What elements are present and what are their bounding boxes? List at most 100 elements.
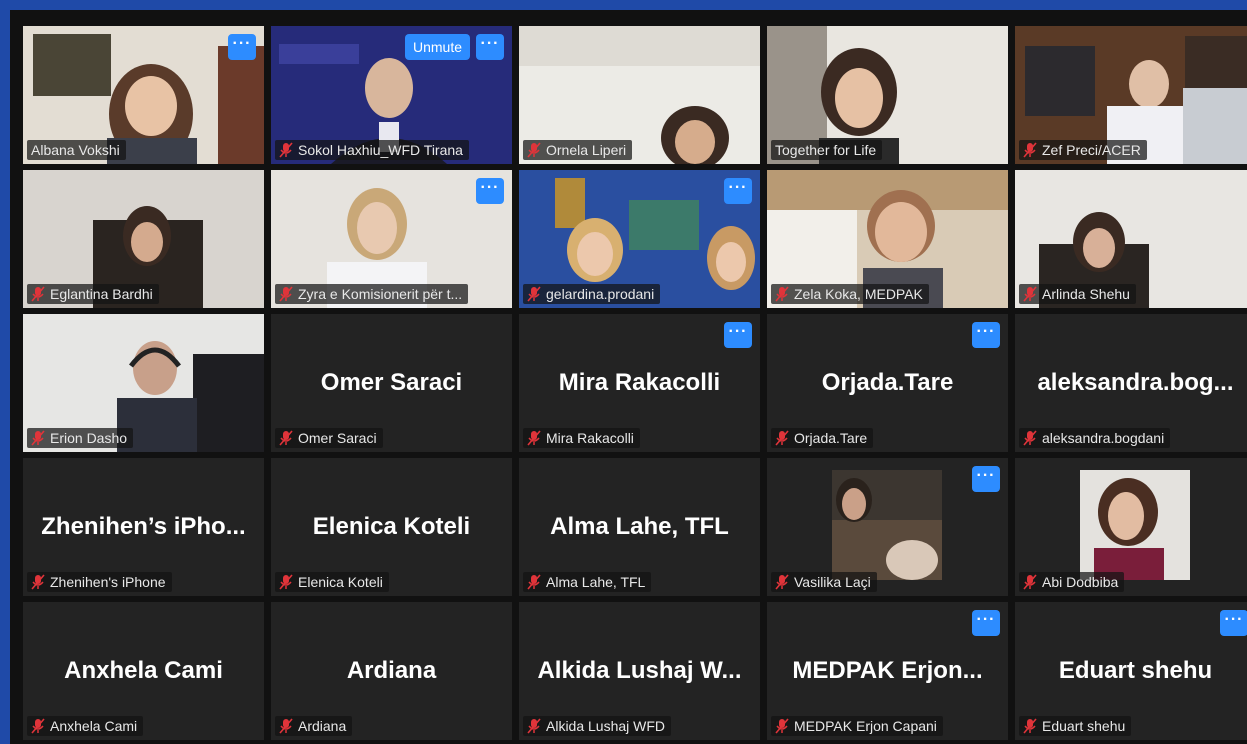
participant-name-label: Mira Rakacolli: [523, 428, 640, 448]
muted-mic-icon: [775, 286, 789, 302]
participant-tile[interactable]: Ornela Liperi: [519, 26, 760, 164]
participant-name-label: Erion Dasho: [27, 428, 134, 448]
participant-name-label: Omer Saraci: [275, 428, 383, 448]
participant-name: Ardiana: [298, 718, 347, 734]
participant-name-label: Ornela Liperi: [523, 140, 633, 160]
participant-tile[interactable]: Omer Saraci Omer Saraci: [271, 314, 512, 452]
participant-name-label: gelardina.prodani: [523, 284, 661, 304]
participant-name: Anxhela Cami: [50, 718, 138, 734]
participant-name-label: aleksandra.bogdani: [1019, 428, 1171, 448]
participant-name: Abi Dodbiba: [1042, 574, 1119, 590]
participant-name: Zyra e Komisionerit për t...: [298, 286, 463, 302]
participant-name-label: Eduart shehu: [1019, 716, 1132, 736]
muted-mic-icon: [1023, 718, 1037, 734]
participant-tile[interactable]: Zela Koka, MEDPAK: [767, 170, 1008, 308]
participant-tile[interactable]: ··· Mira Rakacolli Mira Rakacolli: [519, 314, 760, 452]
participant-tile[interactable]: ··· Eduart shehu Eduart shehu: [1015, 602, 1247, 740]
participant-tile[interactable]: Alma Lahe, TFL Alma Lahe, TFL: [519, 458, 760, 596]
muted-mic-icon: [527, 574, 541, 590]
participant-tile[interactable]: ··· Orjada.Tare Orjada.Tare: [767, 314, 1008, 452]
more-options-button[interactable]: ···: [972, 322, 1000, 348]
participant-name-label: Zef Preci/ACER: [1019, 140, 1147, 160]
participant-tile[interactable]: ··· Vasilika Laçi: [767, 458, 1008, 596]
participant-tile[interactable]: Abi Dodbiba: [1015, 458, 1247, 596]
participant-display-name: aleksandra.bog...: [1037, 369, 1234, 396]
more-options-button[interactable]: ···: [972, 466, 1000, 492]
participant-tile[interactable]: Erion Dasho: [23, 314, 264, 452]
participant-tile[interactable]: Anxhela Cami Anxhela Cami: [23, 602, 264, 740]
participant-display-name: Elenica Koteli: [312, 513, 471, 540]
participant-tile[interactable]: Elenica Koteli Elenica Koteli: [271, 458, 512, 596]
more-options-button[interactable]: ···: [476, 178, 504, 204]
muted-mic-icon: [775, 430, 789, 446]
muted-mic-icon: [1023, 574, 1037, 590]
more-options-button[interactable]: ···: [1220, 610, 1247, 636]
participant-tile[interactable]: Arlinda Shehu: [1015, 170, 1247, 308]
participant-display-name: MEDPAK Erjon...: [792, 657, 983, 684]
participant-tile[interactable]: ··· Albana Vokshi: [23, 26, 264, 164]
participant-tile[interactable]: ··· Zyra e Komisionerit për t...: [271, 170, 512, 308]
muted-mic-icon: [279, 430, 293, 446]
participant-display-name: Mira Rakacolli: [558, 369, 721, 396]
participant-tile[interactable]: aleksandra.bog... aleksandra.bogdani: [1015, 314, 1247, 452]
muted-mic-icon: [1023, 142, 1037, 158]
participant-name: Vasilika Laçi: [794, 574, 871, 590]
more-options-button[interactable]: ···: [972, 610, 1000, 636]
participant-name-label: Sokol Haxhiu_WFD Tirana: [275, 140, 469, 160]
participant-tile[interactable]: Zhenihen’s iPho... Zhenihen's iPhone: [23, 458, 264, 596]
more-options-button[interactable]: ···: [724, 322, 752, 348]
participant-tile[interactable]: ··· MEDPAK Erjon... MEDPAK Erjon Capani: [767, 602, 1008, 740]
gallery-grid: ··· Albana Vokshi Unmute ··· Sokol Haxhi…: [23, 26, 1247, 740]
more-options-button[interactable]: ···: [476, 34, 504, 60]
participant-tile[interactable]: Eglantina Bardhi: [23, 170, 264, 308]
participant-name-label: Orjada.Tare: [771, 428, 874, 448]
muted-mic-icon: [527, 430, 541, 446]
participant-name-label: Abi Dodbiba: [1019, 572, 1125, 592]
muted-mic-icon: [31, 718, 45, 734]
participant-name: aleksandra.bogdani: [1042, 430, 1165, 446]
participant-name-label: Albana Vokshi: [27, 140, 126, 160]
more-options-button[interactable]: ···: [724, 178, 752, 204]
muted-mic-icon: [31, 286, 45, 302]
participant-display-name: Omer Saraci: [320, 369, 463, 396]
participant-name: Zela Koka, MEDPAK: [794, 286, 923, 302]
participant-tile[interactable]: Alkida Lushaj W... Alkida Lushaj WFD: [519, 602, 760, 740]
participant-display-name: Alma Lahe, TFL: [550, 513, 729, 540]
muted-mic-icon: [31, 430, 45, 446]
participant-name: Zef Preci/ACER: [1042, 142, 1141, 158]
participant-tile[interactable]: Zef Preci/ACER: [1015, 26, 1247, 164]
meeting-window: ··· Albana Vokshi Unmute ··· Sokol Haxhi…: [10, 10, 1247, 744]
participant-name: Eduart shehu: [1042, 718, 1126, 734]
participant-name-label: Alma Lahe, TFL: [523, 572, 652, 592]
participant-name: Eglantina Bardhi: [50, 286, 153, 302]
participant-name: MEDPAK Erjon Capani: [794, 718, 937, 734]
participant-tile[interactable]: Unmute ··· Sokol Haxhiu_WFD Tirana: [271, 26, 512, 164]
participant-name-label: Vasilika Laçi: [771, 572, 877, 592]
participant-display-name: Orjada.Tare: [821, 369, 954, 396]
muted-mic-icon: [775, 574, 789, 590]
participant-name-label: Eglantina Bardhi: [27, 284, 159, 304]
participant-name: Sokol Haxhiu_WFD Tirana: [298, 142, 463, 158]
participant-name: Orjada.Tare: [794, 430, 868, 446]
participant-name-label: Zhenihen's iPhone: [27, 572, 172, 592]
participant-name-label: Alkida Lushaj WFD: [523, 716, 672, 736]
participant-display-name: Anxhela Cami: [64, 657, 223, 684]
muted-mic-icon: [279, 142, 293, 158]
participant-tile[interactable]: ··· gelardina.prodani: [519, 170, 760, 308]
more-options-button[interactable]: ···: [228, 34, 256, 60]
profile-photo: [832, 470, 942, 580]
participant-name-label: Arlinda Shehu: [1019, 284, 1136, 304]
participant-display-name: Ardiana: [346, 657, 437, 684]
participant-tile[interactable]: Ardiana Ardiana: [271, 602, 512, 740]
participant-name-label: Elenica Koteli: [275, 572, 389, 592]
muted-mic-icon: [775, 718, 789, 734]
participant-display-name: Alkida Lushaj W...: [537, 657, 742, 684]
unmute-button[interactable]: Unmute: [404, 34, 470, 60]
participant-tile[interactable]: Together for Life: [767, 26, 1008, 164]
participant-display-name: Eduart shehu: [1058, 657, 1213, 684]
muted-mic-icon: [1023, 286, 1037, 302]
participant-name: Erion Dasho: [50, 430, 128, 446]
muted-mic-icon: [1023, 430, 1037, 446]
participant-name-label: Zyra e Komisionerit për t...: [275, 284, 469, 304]
muted-mic-icon: [527, 286, 541, 302]
